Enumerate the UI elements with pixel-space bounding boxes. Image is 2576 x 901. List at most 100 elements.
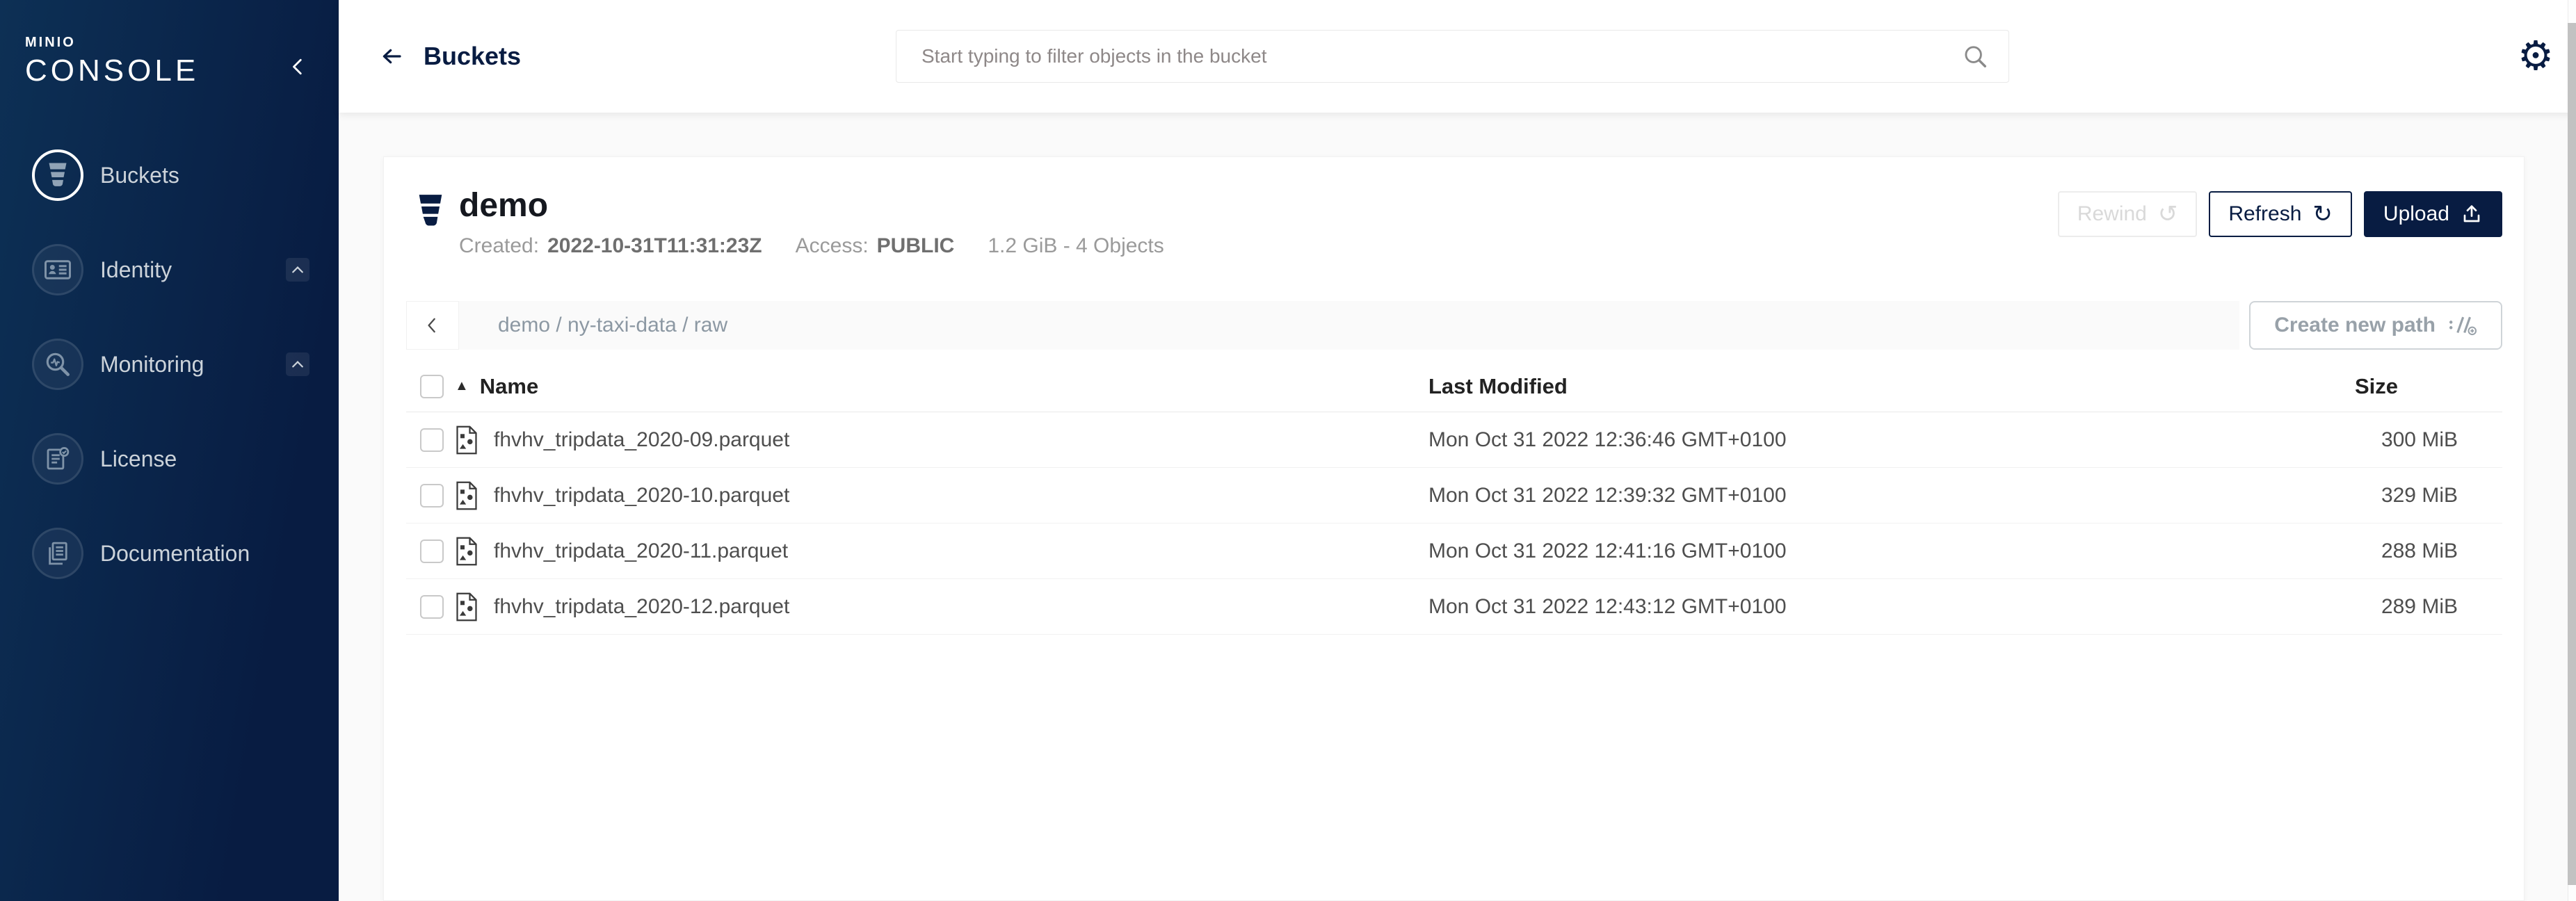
sidebar-item-label: Identity bbox=[100, 257, 172, 283]
object-size: 289 MiB bbox=[2353, 595, 2502, 619]
chevron-up-icon[interactable] bbox=[286, 258, 309, 282]
bucket-name: demo bbox=[459, 187, 1164, 225]
table-row[interactable]: fhvhv_tripdata_2020-12.parquet Mon Oct 3… bbox=[406, 579, 2502, 635]
sidebar-nav: Buckets Identity bbox=[0, 147, 339, 620]
object-last-modified: Mon Oct 31 2022 12:39:32 GMT+0100 bbox=[1428, 484, 2353, 508]
object-rows: fhvhv_tripdata_2020-09.parquet Mon Oct 3… bbox=[406, 412, 2502, 635]
breadcrumb[interactable]: demo / ny-taxi-data / raw bbox=[459, 301, 2239, 350]
sidebar-item-documentation[interactable]: Documentation bbox=[0, 526, 339, 581]
sidebar-item-label: Documentation bbox=[100, 541, 250, 567]
object-last-modified: Mon Oct 31 2022 12:41:16 GMT+0100 bbox=[1428, 539, 2353, 563]
monitoring-search-icon bbox=[32, 339, 83, 390]
column-header-size[interactable]: Size bbox=[2353, 374, 2502, 399]
table-row[interactable]: fhvhv_tripdata_2020-11.parquet Mon Oct 3… bbox=[406, 523, 2502, 579]
sidebar-item-identity[interactable]: Identity bbox=[0, 242, 339, 298]
table-row[interactable]: fhvhv_tripdata_2020-10.parquet Mon Oct 3… bbox=[406, 468, 2502, 523]
refresh-button-label: Refresh bbox=[2228, 202, 2301, 226]
create-path-label: Create new path bbox=[2274, 314, 2436, 337]
created-label: Created: bbox=[459, 234, 539, 258]
refresh-button[interactable]: Refresh ↻ bbox=[2209, 191, 2352, 237]
back-to-buckets-button[interactable]: Buckets bbox=[378, 0, 521, 113]
back-arrow-icon bbox=[378, 45, 405, 67]
gear-icon: ⚙ bbox=[2518, 36, 2554, 76]
object-last-modified: Mon Oct 31 2022 12:36:46 GMT+0100 bbox=[1428, 428, 2353, 452]
chevron-left-icon bbox=[424, 313, 442, 338]
create-new-path-button[interactable]: Create new path bbox=[2249, 301, 2502, 350]
row-checkbox-cell bbox=[406, 428, 455, 452]
search-icon bbox=[1962, 43, 1988, 70]
object-name: fhvhv_tripdata_2020-12.parquet bbox=[494, 595, 1428, 619]
sidebar-collapse-button[interactable] bbox=[286, 54, 311, 79]
row-checkbox-cell bbox=[406, 484, 455, 508]
access-label: Access: bbox=[796, 234, 869, 258]
refresh-icon: ↻ bbox=[2312, 202, 2333, 226]
table-row[interactable]: fhvhv_tripdata_2020-09.parquet Mon Oct 3… bbox=[406, 412, 2502, 468]
path-back-button[interactable] bbox=[406, 301, 459, 350]
select-all-checkbox[interactable] bbox=[420, 375, 444, 398]
bucket-created: Created: 2022-10-31T11:31:23Z bbox=[459, 234, 762, 258]
sidebar-item-monitoring[interactable]: Monitoring bbox=[0, 336, 339, 392]
bucket-access: Access: PUBLIC bbox=[796, 234, 955, 258]
breadcrumb-path: demo / ny-taxi-data / raw bbox=[498, 314, 727, 337]
row-checkbox[interactable] bbox=[420, 428, 444, 452]
sidebar-item-label: Monitoring bbox=[100, 352, 204, 378]
create-path-icon bbox=[2448, 314, 2477, 337]
rewind-icon: ↺ bbox=[2158, 202, 2178, 226]
column-header-name[interactable]: ▲ Name bbox=[455, 374, 1428, 399]
minio-console-logo: MINIO CONSOLE bbox=[25, 35, 199, 88]
upload-button-label: Upload bbox=[2383, 202, 2449, 226]
scrollbar-track[interactable] bbox=[2568, 0, 2576, 901]
objects-table: ▲ Name Last Modified Size bbox=[406, 361, 2502, 635]
bucket-browser-panel: demo Created: 2022-10-31T11:31:23Z Acces… bbox=[383, 156, 2525, 901]
row-checkbox[interactable] bbox=[420, 595, 444, 619]
row-checkbox-cell bbox=[406, 539, 455, 563]
chevron-left-icon bbox=[289, 56, 307, 78]
sidebar-item-label: Buckets bbox=[100, 163, 179, 188]
object-file-icon bbox=[455, 481, 494, 510]
path-navigation-row: demo / ny-taxi-data / raw Create new pat… bbox=[406, 301, 2502, 350]
object-last-modified: Mon Oct 31 2022 12:43:12 GMT+0100 bbox=[1428, 595, 2353, 619]
logo-brand: MINIO bbox=[25, 35, 199, 51]
sidebar-item-buckets[interactable]: Buckets bbox=[0, 147, 339, 203]
rewind-button[interactable]: Rewind ↺ bbox=[2058, 191, 2198, 237]
bucket-header: demo Created: 2022-10-31T11:31:23Z Acces… bbox=[414, 187, 2502, 258]
select-all-cell bbox=[406, 375, 455, 398]
upload-button[interactable]: Upload bbox=[2364, 191, 2502, 237]
sidebar: MINIO CONSOLE Buckets bbox=[0, 0, 339, 901]
object-file-icon bbox=[455, 425, 494, 455]
sidebar-item-label: License bbox=[100, 446, 177, 472]
bucket-texts: demo Created: 2022-10-31T11:31:23Z Acces… bbox=[459, 187, 1164, 258]
object-size: 329 MiB bbox=[2353, 484, 2502, 508]
row-checkbox[interactable] bbox=[420, 484, 444, 508]
object-file-icon bbox=[455, 592, 494, 622]
license-document-icon bbox=[32, 433, 83, 485]
row-checkbox[interactable] bbox=[420, 539, 444, 563]
bucket-icon bbox=[414, 193, 446, 232]
created-value: 2022-10-31T11:31:23Z bbox=[547, 234, 762, 258]
object-size: 300 MiB bbox=[2353, 428, 2502, 452]
rewind-button-label: Rewind bbox=[2077, 202, 2147, 226]
bucket-meta: Created: 2022-10-31T11:31:23Z Access: PU… bbox=[459, 234, 1164, 258]
object-size: 288 MiB bbox=[2353, 539, 2502, 563]
scrollbar-thumb[interactable] bbox=[2568, 23, 2576, 885]
object-name: fhvhv_tripdata_2020-10.parquet bbox=[494, 484, 1428, 508]
logo-product: CONSOLE bbox=[25, 54, 199, 88]
topbar: Buckets ⚙ bbox=[339, 0, 2576, 113]
access-value: PUBLIC bbox=[877, 234, 955, 258]
objects-table-header: ▲ Name Last Modified Size bbox=[406, 361, 2502, 412]
column-header-modified[interactable]: Last Modified bbox=[1428, 374, 2353, 399]
object-name: fhvhv_tripdata_2020-09.parquet bbox=[494, 428, 1428, 452]
search-input[interactable] bbox=[896, 30, 2009, 83]
upload-icon bbox=[2461, 203, 2483, 225]
page-title: Buckets bbox=[424, 42, 521, 71]
sidebar-item-license[interactable]: License bbox=[0, 431, 339, 487]
chevron-up-icon[interactable] bbox=[286, 352, 309, 376]
sort-ascending-icon: ▲ bbox=[455, 378, 469, 394]
bucket-actions: Rewind ↺ Refresh ↻ Upload bbox=[2058, 191, 2502, 237]
documentation-book-icon bbox=[32, 528, 83, 579]
settings-button[interactable]: ⚙ bbox=[2518, 0, 2554, 113]
filter-objects-search bbox=[896, 30, 2009, 83]
bucket-usage-summary: 1.2 GiB - 4 Objects bbox=[988, 234, 1164, 258]
row-checkbox-cell bbox=[406, 595, 455, 619]
object-file-icon bbox=[455, 537, 494, 566]
